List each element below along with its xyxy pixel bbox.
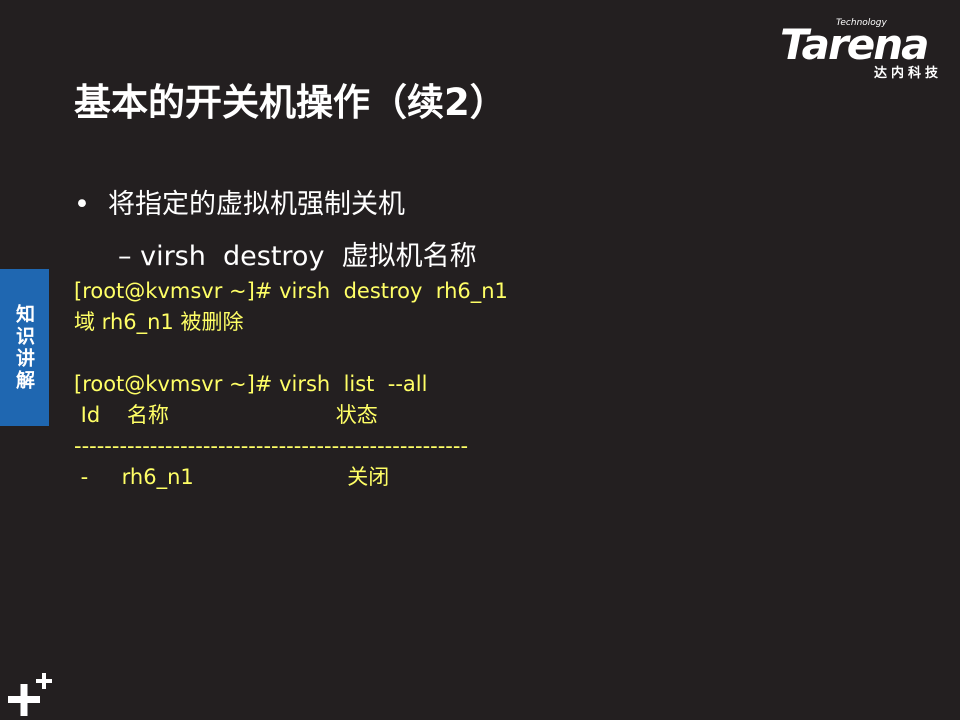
code-block: [root@kvmsvr ~]# virsh destroy rh6_n1 域 … bbox=[74, 276, 508, 493]
bullet-item: • 将指定的虚拟机强制关机 bbox=[74, 182, 405, 221]
plus-plus-icon bbox=[8, 673, 52, 716]
code-line: [root@kvmsvr ~]# virsh list --all bbox=[74, 372, 428, 396]
bullet-symbol: • bbox=[74, 189, 90, 220]
code-line: 域 rh6_n1 被删除 bbox=[74, 310, 244, 334]
code-line: [root@kvmsvr ~]# virsh destroy rh6_n1 bbox=[74, 279, 508, 303]
code-line: - rh6_n1 关闭 bbox=[74, 465, 390, 489]
bullet-text: 将指定的虚拟机强制关机 bbox=[108, 189, 405, 220]
sub-bullet-text: virsh destroy 虚拟机名称 bbox=[140, 241, 477, 272]
code-line: ----------------------------------------… bbox=[74, 434, 469, 458]
slide-title: 基本的开关机操作（续2） bbox=[74, 81, 507, 124]
side-tab: 知识讲解 bbox=[0, 269, 49, 426]
logo-chinese: 达内科技 bbox=[873, 66, 942, 81]
logo-wordmark: Tarena bbox=[780, 20, 929, 69]
side-tab-label: 知识讲解 bbox=[13, 303, 35, 392]
sub-bullet-item: – virsh destroy 虚拟机名称 bbox=[118, 234, 477, 273]
sub-bullet-dash: – bbox=[118, 241, 132, 272]
tarena-logo: Tarena Technology 达内科技 bbox=[776, 18, 948, 84]
code-line: Id 名称 状态 bbox=[74, 403, 378, 427]
logo-technology: Technology bbox=[836, 18, 887, 28]
